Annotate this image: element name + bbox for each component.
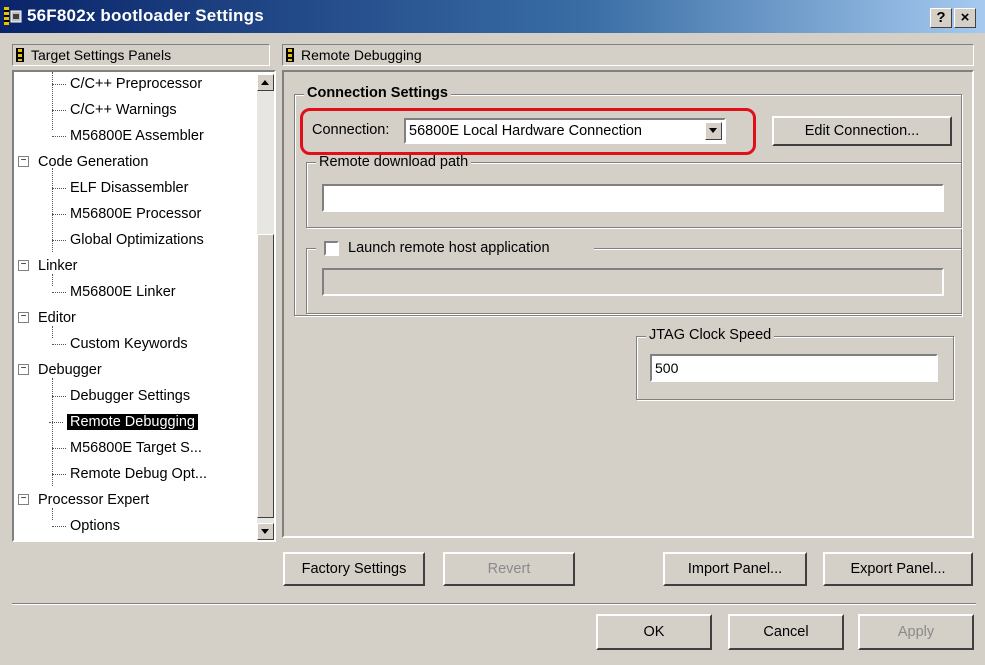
jtag-clock-legend: JTAG Clock Speed [646, 327, 775, 343]
tree-item-m56800e-assembler[interactable]: M56800E Assembler [52, 124, 204, 148]
arrow-down-icon [261, 529, 269, 534]
connection-highlight-outline [300, 108, 756, 155]
tree-line [52, 72, 53, 130]
collapse-icon[interactable]: − [18, 260, 29, 271]
collapse-icon[interactable]: − [18, 364, 29, 375]
remote-download-path-input[interactable] [322, 184, 944, 212]
tree-item-code-generation[interactable]: Code Generation [38, 150, 148, 174]
tree-item-remote-debugging[interactable]: Remote Debugging [49, 410, 198, 434]
cancel-button[interactable]: Cancel [728, 614, 844, 650]
ok-button[interactable]: OK [596, 614, 712, 650]
tree-item-cpp-warnings[interactable]: C/C++ Warnings [52, 98, 177, 122]
tree-item-processor-expert[interactable]: Processor Expert [38, 488, 149, 512]
scroll-thumb[interactable] [257, 234, 274, 518]
close-button[interactable]: × [954, 8, 976, 28]
tree-item-elf-disassembler[interactable]: ELF Disassembler [51, 176, 188, 200]
apply-button[interactable]: Apply [858, 614, 974, 650]
right-panel-header: Remote Debugging [282, 44, 974, 66]
dialog-separator [12, 603, 976, 605]
tree-item-global-optimizations[interactable]: Global Optimizations [52, 228, 204, 252]
left-panel-title: Target Settings Panels [31, 47, 172, 63]
tree-item-debugger-settings[interactable]: Debugger Settings [51, 384, 190, 408]
launch-remote-checkbox[interactable] [324, 241, 339, 256]
app-icon [4, 7, 22, 25]
scroll-up-button[interactable] [257, 74, 274, 91]
scroll-down-button[interactable] [257, 523, 274, 540]
selected-item-label: Remote Debugging [67, 414, 198, 430]
tree-item-m56800e-target-settings[interactable]: M56800E Target S... [52, 436, 202, 460]
tree-item-custom-keywords[interactable]: Custom Keywords [52, 332, 188, 356]
collapse-icon[interactable]: − [18, 312, 29, 323]
right-panel-title: Remote Debugging [301, 47, 422, 63]
tree-scrollbar[interactable] [257, 74, 274, 540]
tree-item-debugger[interactable]: Debugger [38, 358, 102, 382]
tree-item-remote-debug-options[interactable]: Remote Debug Opt... [51, 462, 207, 486]
arrow-up-icon [261, 80, 269, 85]
help-button[interactable]: ? [930, 8, 952, 28]
left-panel-header: Target Settings Panels [12, 44, 270, 66]
tree-item-m56800e-linker[interactable]: M56800E Linker [52, 280, 176, 304]
remote-host-application-input [322, 268, 944, 296]
revert-button[interactable]: Revert [443, 552, 575, 586]
title-bar[interactable]: 56F802x bootloader Settings ? × [0, 0, 985, 33]
tree-item-m56800e-processor[interactable]: M56800E Processor [51, 202, 201, 226]
tree-line [52, 378, 53, 486]
window-title: 56F802x bootloader Settings [27, 6, 264, 25]
factory-settings-button[interactable]: Factory Settings [283, 552, 425, 586]
tree-item-cpp-preprocessor[interactable]: C/C++ Preprocessor [51, 72, 202, 96]
settings-tree[interactable]: C/C++ Preprocessor C/C++ Warnings M56800… [12, 70, 276, 542]
export-panel-button[interactable]: Export Panel... [823, 552, 973, 586]
launch-remote-label: Launch remote host application [348, 240, 550, 256]
collapse-icon[interactable]: − [18, 494, 29, 505]
panel-marker-icon [286, 48, 294, 62]
jtag-clock-speed-input[interactable]: 500 [650, 354, 938, 382]
settings-dialog: 56F802x bootloader Settings ? × Target S… [0, 0, 985, 665]
import-panel-button[interactable]: Import Panel... [663, 552, 807, 586]
collapse-icon[interactable]: − [18, 156, 29, 167]
remote-download-legend: Remote download path [316, 154, 472, 170]
tree-item-options[interactable]: Options [52, 514, 120, 538]
launch-remote-legend: Launch remote host application [316, 238, 594, 260]
panel-marker-icon [16, 48, 24, 62]
connection-settings-legend: Connection Settings [304, 85, 451, 101]
edit-connection-button[interactable]: Edit Connection... [772, 116, 952, 146]
tree-item-editor[interactable]: Editor [38, 306, 76, 330]
tree-item-linker[interactable]: Linker [38, 254, 78, 278]
